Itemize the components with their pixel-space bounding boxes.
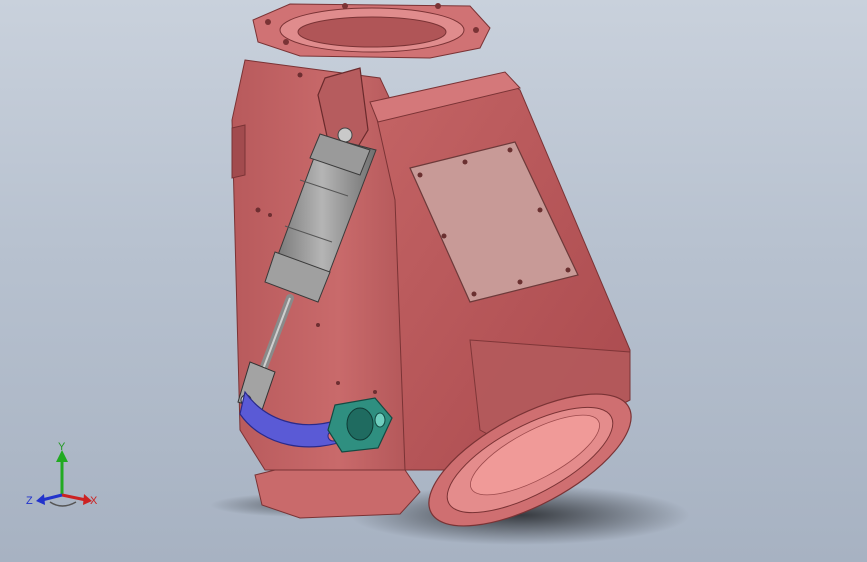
bottom-left-flange[interactable] xyxy=(254,469,421,519)
y-axis-label: Y xyxy=(58,441,66,453)
x-axis-label: X xyxy=(90,495,98,507)
bracket-pin xyxy=(337,127,353,143)
flange-bolt xyxy=(342,3,348,9)
flange-bolt xyxy=(473,27,479,33)
z-axis-icon xyxy=(41,493,63,502)
x-axis-icon xyxy=(61,493,87,502)
z-axis-label: Z xyxy=(26,495,33,507)
flange-bolt xyxy=(435,3,441,9)
side-rib xyxy=(231,124,246,179)
top-flange-inner xyxy=(297,16,447,48)
flange-bolt xyxy=(283,39,289,45)
triad-base-icon xyxy=(49,501,77,507)
flange-bolt xyxy=(265,19,271,25)
cad-model-view[interactable] xyxy=(0,0,867,562)
z-axis-arrow-icon xyxy=(36,494,45,505)
orientation-triad[interactable]: Y X Z xyxy=(24,440,114,520)
graphics-viewport[interactable]: Y X Z xyxy=(0,0,867,562)
